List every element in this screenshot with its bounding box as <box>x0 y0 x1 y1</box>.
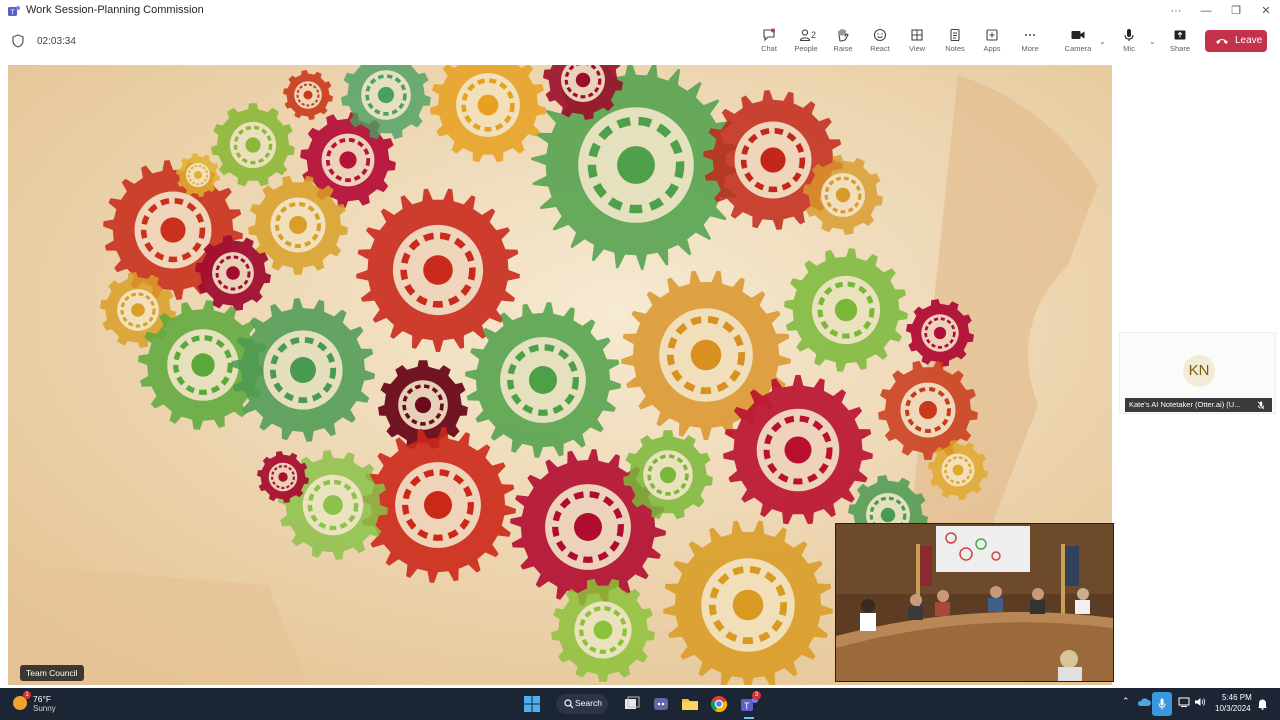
window-titlebar: T Work Session-Planning Commission ··· —… <box>0 0 1280 22</box>
teams-notification-badge: 3 <box>752 691 761 700</box>
search-icon <box>564 699 574 709</box>
people-label: People <box>794 44 818 53</box>
apps-label: Apps <box>983 44 1001 53</box>
notes-button[interactable]: Notes <box>937 26 973 60</box>
leave-label: Leave <box>1235 35 1263 46</box>
camera-options-chevron-icon[interactable]: ⌄ <box>1099 37 1106 46</box>
onedrive-cloud-icon[interactable] <box>1137 697 1151 707</box>
participant-name-text: Kate's AI Notetaker (Otter.ai) (U... <box>1129 400 1241 409</box>
shield-icon <box>12 34 24 48</box>
more-actions-button[interactable]: More <box>1012 26 1048 60</box>
participant-avatar: KN <box>1183 355 1215 387</box>
svg-text:T: T <box>744 701 750 711</box>
notes-icon <box>950 28 960 42</box>
share-icon <box>1174 30 1186 40</box>
chat-label: Chat <box>761 44 777 53</box>
add-apps-icon <box>986 29 998 41</box>
tray-overflow-chevron-icon[interactable]: ⌃ <box>1122 696 1130 707</box>
file-explorer-icon[interactable] <box>680 694 700 714</box>
smiley-icon <box>873 28 887 42</box>
stage-source-label: Team Council <box>20 665 84 681</box>
teams-active-indicator <box>744 717 754 719</box>
chat-icon <box>763 28 775 42</box>
close-button[interactable]: ✕ <box>1252 2 1280 20</box>
more-label: More <box>1021 44 1039 53</box>
clock-date[interactable]: 10/3/2024 <box>1215 704 1251 713</box>
window-more-button[interactable]: ··· <box>1162 2 1190 20</box>
teams-app-icon: T <box>8 6 20 17</box>
weather-badge: 1 <box>23 691 31 699</box>
svg-text:T: T <box>11 10 16 17</box>
mic-label: Mic <box>1123 44 1135 53</box>
network-icon[interactable] <box>1178 697 1190 707</box>
restore-button[interactable]: ❐ <box>1222 2 1250 20</box>
minimize-button[interactable]: — <box>1192 2 1220 20</box>
people-button[interactable]: 2 People <box>788 26 824 60</box>
participant-name: Kate's AI Notetaker (Otter.ai) (U... <box>1125 398 1272 412</box>
tray-microphone-icon <box>1158 698 1166 710</box>
camera-button[interactable]: Camera <box>1060 26 1096 60</box>
apps-button[interactable]: Apps <box>974 26 1010 60</box>
mic-in-use-indicator[interactable] <box>1152 692 1172 716</box>
weather-temperature[interactable]: 76°F <box>33 694 51 704</box>
muted-mic-icon <box>1257 401 1265 410</box>
more-dots-icon <box>1025 34 1035 36</box>
clock-time[interactable]: 5:46 PM <box>1222 693 1252 702</box>
leave-button[interactable]: Leave <box>1205 30 1267 52</box>
people-count: 2 <box>811 30 817 40</box>
participant-tile[interactable]: KN Kate's AI Notetaker (Otter.ai) (U... <box>1119 332 1276 414</box>
view-label: View <box>908 44 926 53</box>
hand-icon <box>838 28 849 42</box>
hang-up-icon <box>1216 39 1228 44</box>
mic-button[interactable]: Mic <box>1111 26 1147 60</box>
room-video-pip[interactable] <box>835 523 1114 682</box>
window-title: Work Session-Planning Commission <box>26 4 204 16</box>
notes-label: Notes <box>945 44 965 53</box>
taskbar-search-button[interactable]: Search <box>556 694 608 714</box>
meeting-timer: 02:03:34 <box>37 36 76 47</box>
chrome-icon[interactable] <box>709 694 729 714</box>
raise-hand-button[interactable]: Raise <box>825 26 861 60</box>
camera-icon <box>1071 31 1085 39</box>
search-label: Search <box>575 698 602 708</box>
mic-options-chevron-icon[interactable]: ⌄ <box>1149 37 1156 46</box>
react-button[interactable]: React <box>862 26 898 60</box>
grid-icon <box>911 29 923 41</box>
camera-label: Camera <box>1064 44 1092 53</box>
teams-chat-taskbar-icon[interactable] <box>651 694 671 714</box>
windows-start-icon[interactable] <box>522 694 542 714</box>
raise-label: Raise <box>833 44 853 53</box>
share-label: Share <box>1169 44 1190 53</box>
notification-bell-icon[interactable] <box>1257 698 1268 710</box>
meeting-toolbar: 02:03:34 Chat 2 People Raise React View … <box>0 22 1280 62</box>
council-room-video <box>836 524 1113 681</box>
weather-condition[interactable]: Sunny <box>33 704 56 713</box>
microphone-icon <box>1124 29 1134 41</box>
chat-button[interactable]: Chat <box>751 26 787 60</box>
view-button[interactable]: View <box>899 26 935 60</box>
os-taskbar: 1 76°F Sunny Search T 3 ⌃ 5:46 PM 10/3/2… <box>0 688 1280 720</box>
react-label: React <box>870 44 890 53</box>
share-button[interactable]: Share <box>1162 26 1198 60</box>
volume-icon[interactable] <box>1194 697 1206 707</box>
task-view-icon[interactable] <box>622 694 642 714</box>
